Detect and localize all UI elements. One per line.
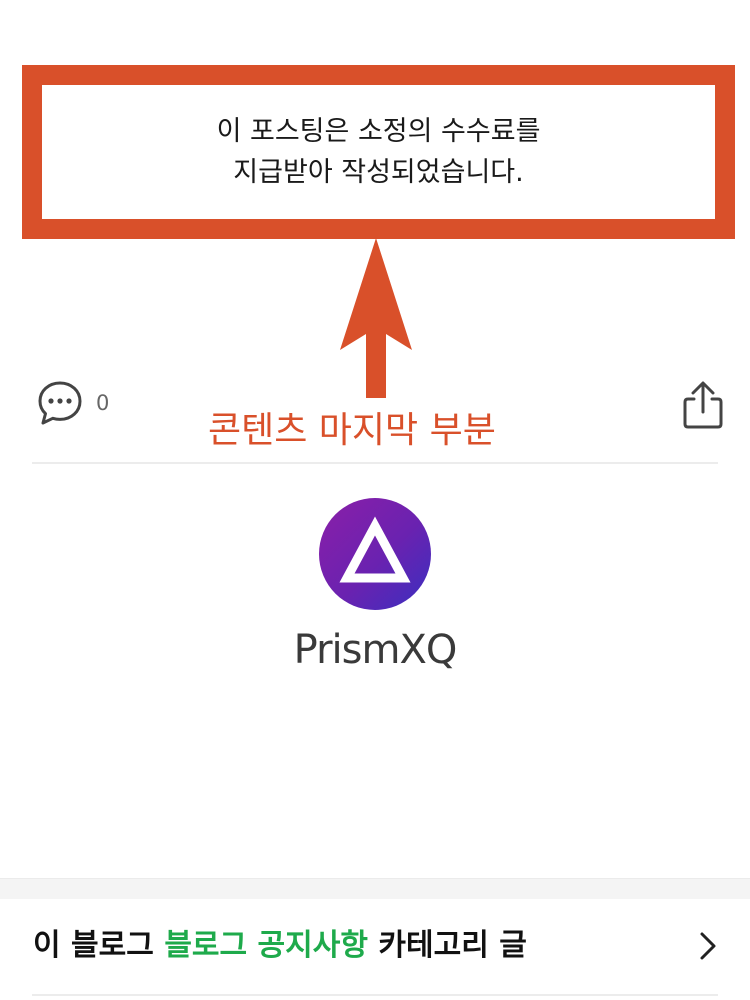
disclosure-line-1: 이 포스팅은 소정의 수수료를	[216, 116, 541, 147]
triangle-logo-icon[interactable]	[319, 498, 431, 610]
blog-profile[interactable]: PrismXQ	[0, 498, 750, 678]
divider	[32, 994, 718, 996]
category-posts-link[interactable]: 이 블로그 블로그 공지사항 카테고리 글	[0, 899, 750, 994]
share-button[interactable]	[680, 380, 726, 430]
annotation-label: 콘텐츠 마지막 부분	[208, 410, 496, 451]
category-title: 이 블로그 블로그 공지사항 카테고리 글	[33, 923, 527, 969]
divider	[32, 462, 718, 464]
chevron-right-icon	[700, 932, 716, 960]
category-prefix: 이 블로그	[33, 928, 154, 963]
comment-count: 0	[96, 391, 110, 415]
comment-bubble-icon	[38, 381, 82, 425]
blog-name[interactable]: PrismXQ	[0, 622, 750, 678]
annotation-arrow-icon	[340, 238, 412, 398]
disclosure-line-2: 지급받아 작성되었습니다.	[233, 157, 524, 188]
comment-button[interactable]: 0	[36, 380, 109, 426]
section-separator	[0, 878, 750, 899]
disclosure-notice-box: 이 포스팅은 소정의 수수료를 지급받아 작성되었습니다.	[22, 65, 735, 239]
category-name: 블로그 공지사항	[164, 928, 368, 963]
share-icon	[683, 381, 723, 429]
category-suffix: 카테고리 글	[378, 928, 527, 963]
